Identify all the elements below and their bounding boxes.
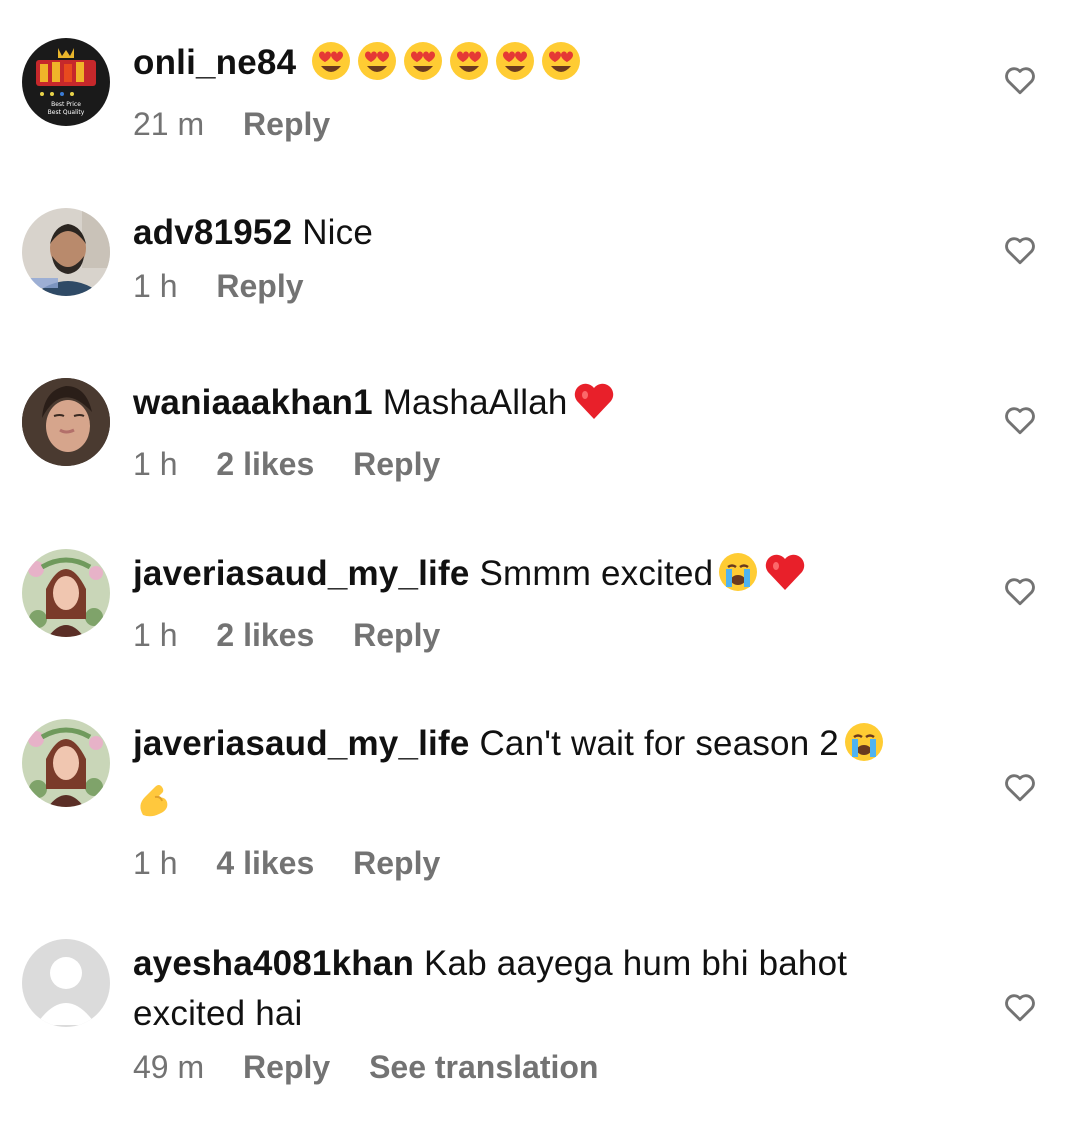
reply-button[interactable]: Reply [216, 266, 303, 306]
comment-time: 1 h [133, 268, 178, 304]
reply-button[interactable]: Reply [353, 843, 440, 883]
comment-text: Smmm excited [479, 554, 714, 593]
comment-meta: 49 m Reply See translation [133, 1047, 910, 1087]
reply-button[interactable]: Reply [243, 104, 330, 144]
heart-outline-icon[interactable] [1002, 402, 1038, 438]
reply-button[interactable]: Reply [353, 615, 440, 655]
heart-outline-icon[interactable] [1002, 62, 1038, 98]
comment-username[interactable]: onli_ne84 [133, 43, 296, 82]
avatar[interactable] [22, 719, 110, 807]
avatar[interactable]: Best Price Best Quality [22, 38, 110, 126]
likes-count-button[interactable]: 4 likes [216, 843, 314, 883]
heart-eyes-emoji-icon [356, 40, 398, 96]
comment-text: Can't wait for season 2 [479, 724, 839, 763]
see-translation-button[interactable]: See translation [369, 1047, 598, 1087]
crying-face-emoji-icon [717, 551, 759, 607]
reply-button[interactable]: Reply [243, 1047, 330, 1087]
heart-outline-icon[interactable] [1002, 573, 1038, 609]
comment-text: MashaAllah [382, 383, 568, 422]
comment-time: 1 h [133, 845, 178, 881]
pinching-hand-emoji-icon [133, 779, 175, 835]
heart-outline-icon[interactable] [1002, 769, 1038, 805]
reply-button[interactable]: Reply [353, 444, 440, 484]
heart-eyes-emoji-icon [540, 40, 582, 96]
avatar[interactable] [22, 549, 110, 637]
comment-time: 1 h [133, 617, 178, 653]
comment-time: 21 m [133, 106, 205, 142]
avatar[interactable] [22, 208, 110, 296]
heart-outline-icon[interactable] [1002, 989, 1038, 1025]
red-heart-emoji-icon [572, 380, 616, 436]
heart-eyes-emoji-icon [448, 40, 490, 96]
red-heart-emoji-icon [763, 551, 807, 607]
comment-meta: 1 h 2 likes Reply [133, 444, 910, 484]
comment-meta: 1 h 2 likes Reply [133, 615, 910, 655]
comment-username[interactable]: waniaaakhan1 [133, 383, 373, 422]
likes-count-button[interactable]: 2 likes [216, 615, 314, 655]
avatar[interactable] [22, 939, 110, 1027]
comment-time: 1 h [133, 446, 178, 482]
comment-username[interactable]: javeriasaud_my_life [133, 554, 470, 593]
comment-text: Nice [302, 213, 374, 252]
comment-username[interactable]: ayesha4081khan [133, 944, 414, 983]
heart-eyes-emoji-icon [494, 40, 536, 96]
avatar-text-line-1: Best Price [51, 101, 81, 108]
comment-time: 49 m [133, 1049, 205, 1085]
comment-meta: 1 h 4 likes Reply [133, 843, 910, 883]
avatar[interactable] [22, 378, 110, 466]
heart-outline-icon[interactable] [1002, 232, 1038, 268]
heart-eyes-emoji-icon [310, 40, 352, 96]
comment-username[interactable]: javeriasaud_my_life [133, 724, 470, 763]
crying-face-emoji-icon [843, 721, 885, 777]
comment-meta: 21 m Reply [133, 104, 910, 144]
avatar-text-line-2: Best Quality [48, 109, 85, 116]
comment-username[interactable]: adv81952 [133, 213, 292, 252]
comment-meta: 1 h Reply [133, 266, 910, 306]
heart-eyes-emoji-icon [402, 40, 444, 96]
likes-count-button[interactable]: 2 likes [216, 444, 314, 484]
